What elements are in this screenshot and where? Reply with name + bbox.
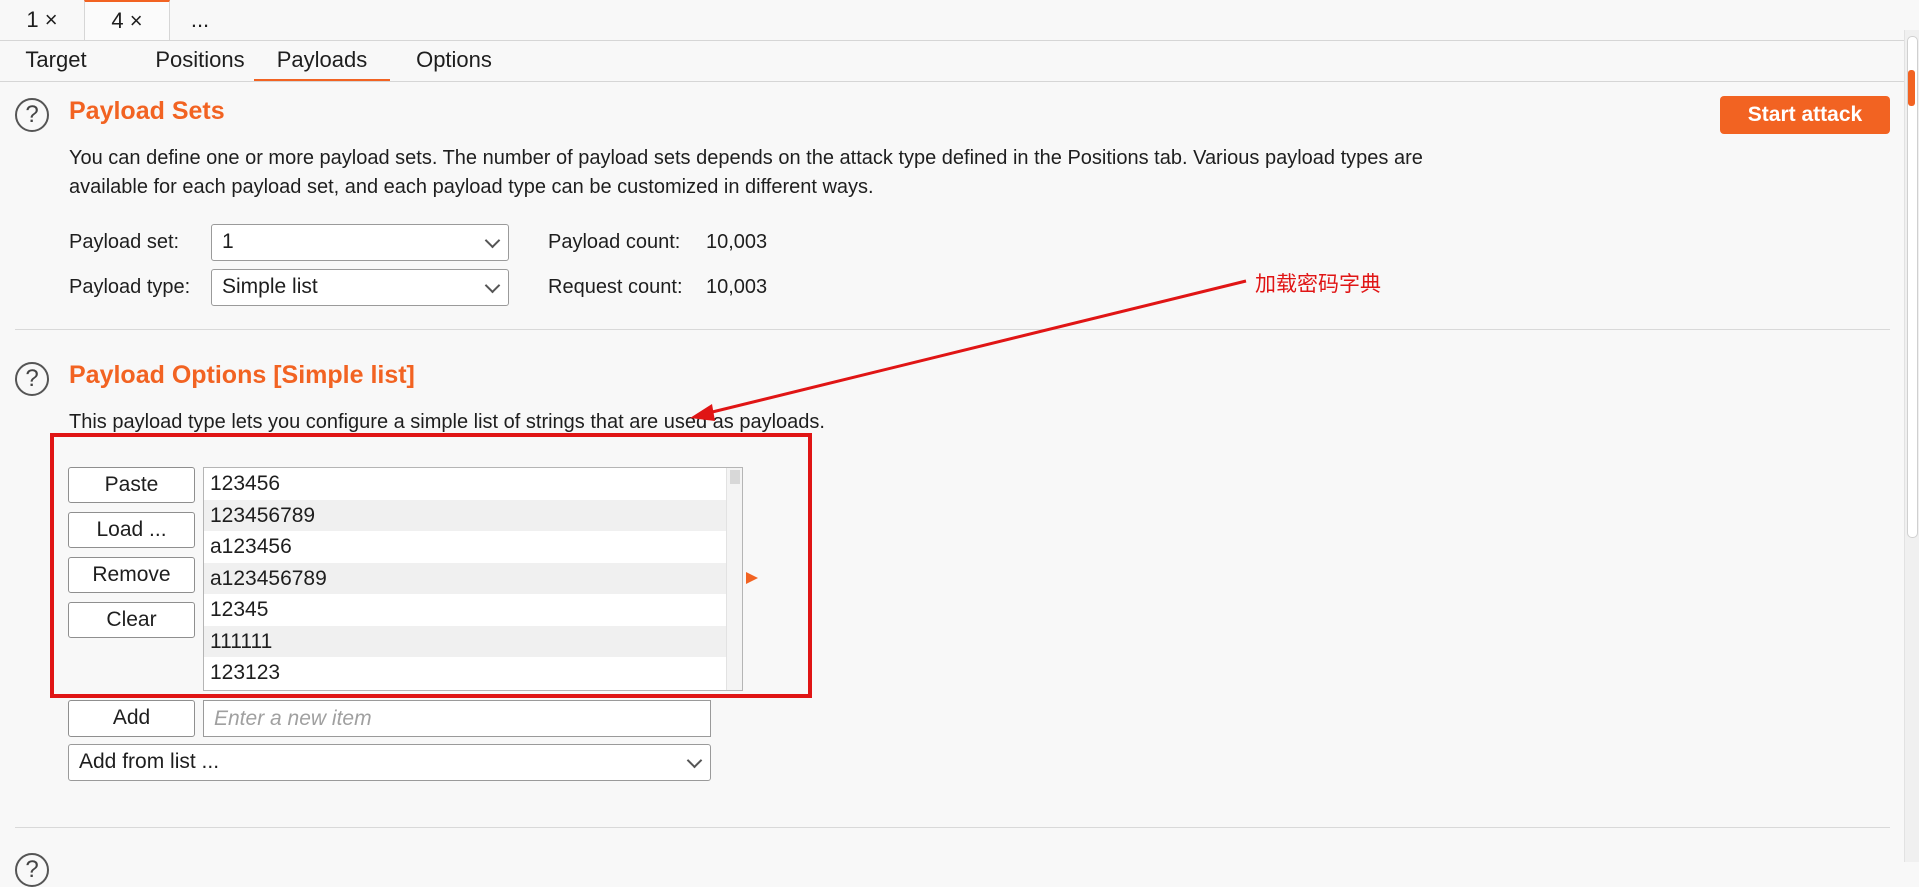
annotation-arrow bbox=[690, 279, 1247, 421]
annotation-label: 加载密码字典 bbox=[1255, 273, 1381, 296]
